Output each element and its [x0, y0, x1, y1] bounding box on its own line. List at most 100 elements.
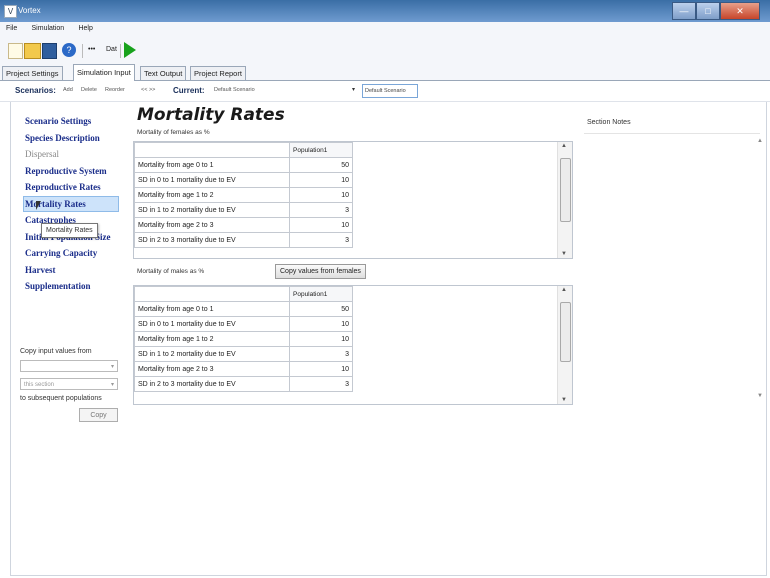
current-scenario-value: Default Scenario	[214, 87, 255, 93]
tab-project-report[interactable]: Project Report	[190, 66, 246, 80]
save-icon[interactable]	[42, 43, 57, 59]
scroll-up-icon[interactable]: ▲	[757, 138, 763, 144]
copy-section-value: this section	[24, 382, 55, 388]
value-cell[interactable]: 50	[289, 157, 353, 173]
value-cell[interactable]: 10	[289, 331, 353, 347]
value-cell[interactable]: 10	[289, 172, 353, 188]
content-frame-bottom	[10, 575, 767, 576]
title-bar: V Vortex — □ ✕	[0, 0, 770, 22]
tooltip: Mortality Rates	[41, 223, 98, 238]
content-frame-right	[766, 102, 767, 576]
row-label: SD in 0 to 1 mortality due to EV	[134, 316, 290, 332]
toolbar-dots[interactable]: •••	[88, 43, 102, 57]
males-scrollbar[interactable]: ▲ ▼	[557, 286, 572, 404]
row-label: Mortality from age 0 to 1	[134, 157, 290, 173]
subsequent-populations-label: to subsequent populations	[20, 395, 102, 402]
row-label: SD in 0 to 1 mortality due to EV	[134, 172, 290, 188]
chevron-down-icon: ▾	[110, 382, 114, 388]
males-grid: Population1 Mortality from age 0 to 1 50 …	[133, 285, 573, 405]
row-label: Mortality from age 1 to 2	[134, 187, 290, 203]
toolbar-separator	[82, 44, 83, 58]
value-cell[interactable]: 10	[289, 316, 353, 332]
grid-corner	[134, 286, 290, 302]
sidebar-item-reproductive-rates[interactable]: Reproductive Rates	[25, 179, 118, 196]
chevron-down-icon: ▾	[110, 364, 114, 370]
add-scenario-link[interactable]: Add	[63, 87, 73, 93]
sidebar-item-supplementation[interactable]: Supplementation	[25, 278, 118, 295]
reorder-scenario-link[interactable]: Reorder	[105, 87, 125, 93]
section-notes-divider	[584, 133, 760, 134]
mouse-cursor-icon	[36, 201, 41, 210]
value-cell[interactable]: 50	[289, 301, 353, 317]
row-label: SD in 2 to 3 mortality due to EV	[134, 376, 290, 392]
menu-help[interactable]: Help	[78, 22, 92, 36]
scenario-select[interactable]: Default Scenario	[362, 84, 418, 98]
minimize-button[interactable]: —	[672, 2, 696, 20]
copy-values-from-females-button[interactable]: Copy values from females	[275, 264, 366, 279]
value-cell[interactable]: 10	[289, 187, 353, 203]
row-label: Mortality from age 0 to 1	[134, 301, 290, 317]
menu-simulation[interactable]: Simulation	[32, 22, 65, 36]
run-icon[interactable]	[124, 42, 136, 58]
value-cell[interactable]: 3	[289, 376, 353, 392]
sidebar-item-reproductive-system[interactable]: Reproductive System	[25, 163, 118, 180]
scroll-thumb[interactable]	[560, 302, 571, 362]
scenario-nav-arrows[interactable]: << >>	[141, 87, 155, 93]
data-button[interactable]: Dat	[106, 43, 117, 57]
copy-source-select[interactable]: ▾	[20, 360, 118, 372]
scroll-down-icon[interactable]: ▼	[561, 251, 567, 257]
column-header: Population1	[289, 142, 353, 158]
page-title: Mortality Rates	[137, 105, 285, 125]
maximize-button[interactable]: □	[696, 2, 720, 20]
current-label: Current:	[173, 86, 205, 95]
help-icon[interactable]: ?	[62, 43, 76, 57]
scroll-down-icon[interactable]: ▼	[757, 393, 763, 399]
scroll-down-icon[interactable]: ▼	[561, 397, 567, 403]
menu-bar: File Simulation Help	[0, 22, 770, 36]
tab-text-output[interactable]: Text Output	[140, 66, 187, 80]
scroll-up-icon[interactable]: ▲	[561, 287, 567, 293]
column-header: Population1	[289, 286, 353, 302]
delete-scenario-link[interactable]: Delete	[81, 87, 97, 93]
value-cell[interactable]: 10	[289, 361, 353, 377]
close-button[interactable]: ✕	[720, 2, 760, 20]
sidebar-item-harvest[interactable]: Harvest	[25, 262, 118, 279]
grid-corner	[134, 142, 290, 158]
copy-section-select[interactable]: this section ▾	[20, 378, 118, 390]
window-title: Vortex	[18, 6, 41, 15]
scroll-thumb[interactable]	[560, 158, 571, 222]
row-label: SD in 1 to 2 mortality due to EV	[134, 202, 290, 218]
toolbar-separator	[120, 44, 121, 58]
scenario-bar: Scenarios: Add Delete Reorder << >> Curr…	[0, 81, 770, 102]
value-cell[interactable]: 3	[289, 346, 353, 362]
menu-file[interactable]: File	[6, 22, 17, 36]
chevron-down-icon[interactable]: ▾	[352, 86, 355, 93]
window-controls: — □ ✕	[672, 2, 760, 20]
row-label: Mortality from age 2 to 3	[134, 361, 290, 377]
females-scrollbar[interactable]: ▲ ▼	[557, 142, 572, 258]
value-cell[interactable]: 3	[289, 232, 353, 248]
scenarios-label: Scenarios:	[15, 86, 56, 95]
row-label: Mortality from age 1 to 2	[134, 331, 290, 347]
copy-input-label: Copy input values from	[20, 348, 92, 355]
row-label: SD in 2 to 3 mortality due to EV	[134, 232, 290, 248]
tab-simulation-input[interactable]: Simulation Input	[73, 64, 135, 81]
main-tabs: Project Settings Simulation Input Text O…	[0, 64, 770, 81]
value-cell[interactable]: 3	[289, 202, 353, 218]
row-label: SD in 1 to 2 mortality due to EV	[134, 346, 290, 362]
new-file-icon[interactable]	[8, 43, 23, 59]
scroll-up-icon[interactable]: ▲	[561, 143, 567, 149]
section-notes-label: Section Notes	[587, 119, 631, 126]
app-icon: V	[4, 5, 17, 18]
females-caption: Mortality of females as %	[137, 129, 210, 136]
toolbar: ? ••• Dat	[0, 36, 770, 65]
open-folder-icon[interactable]	[24, 43, 41, 59]
copy-button[interactable]: Copy	[79, 408, 118, 422]
sidebar-item-species-description[interactable]: Species Description	[25, 130, 118, 147]
sidebar-item-scenario-settings[interactable]: Scenario Settings	[25, 113, 118, 130]
value-cell[interactable]: 10	[289, 217, 353, 233]
row-label: Mortality from age 2 to 3	[134, 217, 290, 233]
males-caption: Mortality of males as %	[137, 268, 205, 275]
sidebar-item-carrying-capacity[interactable]: Carrying Capacity	[25, 245, 118, 262]
tab-project-settings[interactable]: Project Settings	[2, 66, 63, 80]
